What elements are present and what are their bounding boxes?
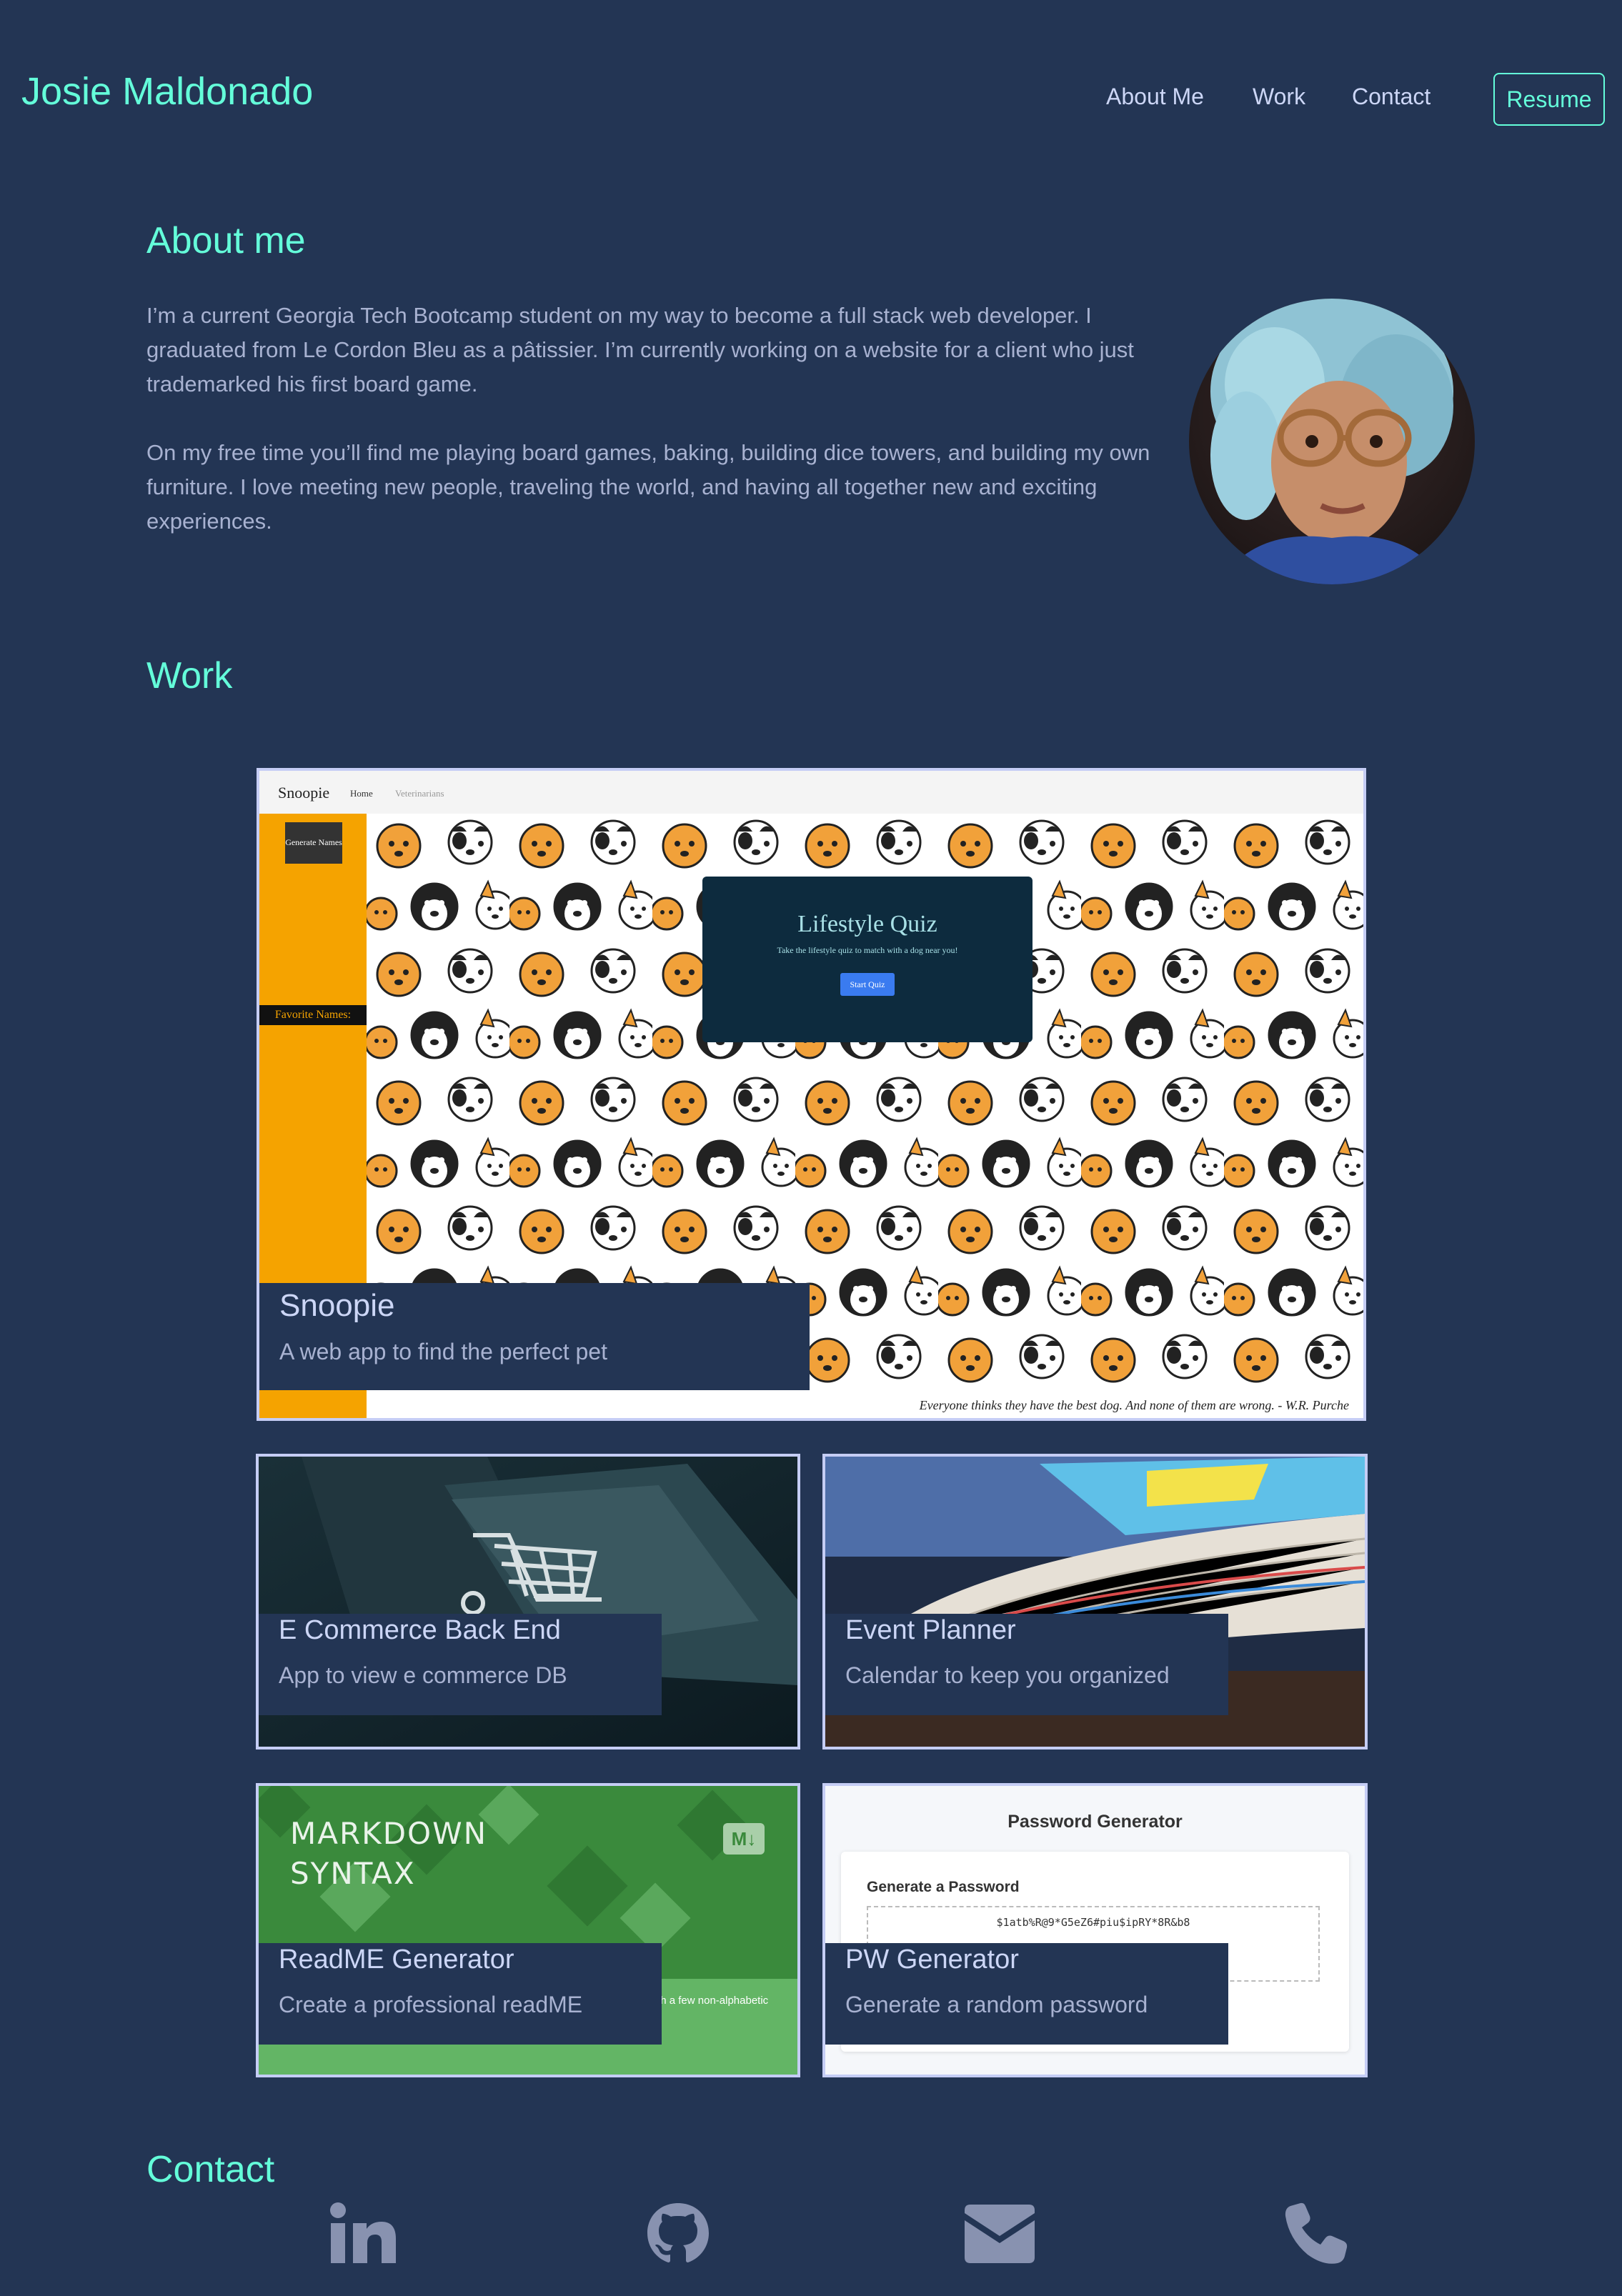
mock-quote: Everyone thinks they have the best dog. …: [919, 1398, 1349, 1412]
project-card-pw-generator[interactable]: Password Generator Generate a Password $…: [822, 1783, 1368, 2077]
envelope-icon[interactable]: [960, 2202, 1039, 2266]
project-card-snoopie[interactable]: Snoopie Home Veterinarians Generate Name…: [257, 768, 1366, 1421]
nav-link-work[interactable]: Work: [1253, 84, 1305, 110]
project-title: PW Generator: [845, 1945, 1019, 1975]
markdown-badge-label: M↓: [731, 1828, 757, 1850]
project-description: Calendar to keep you organized: [845, 1662, 1170, 1688]
mock-navbar: Snoopie Home Veterinarians: [259, 771, 1363, 814]
github-icon[interactable]: [639, 2202, 717, 2266]
project-description: A web app to find the perfect pet: [279, 1339, 607, 1364]
mock-nav-vets: Veterinarians: [395, 788, 444, 799]
project-caption: Event Planner Calendar to keep you organ…: [825, 1614, 1228, 1715]
thumb-password: $1atb%R@9*G5eZ6#piu$ipRY*8R&b8: [996, 1916, 1190, 1929]
linkedin-icon[interactable]: [326, 2202, 404, 2266]
thumb-heading: Password Generator: [1007, 1812, 1183, 1832]
thumb-subheading: Generate a Password: [867, 1879, 1020, 1895]
thumb-heading-2: SYNTAX: [290, 1856, 416, 1891]
project-description: Create a professional readME: [279, 1992, 583, 2017]
project-title: ReadME Generator: [279, 1945, 514, 1975]
about-paragraph-2: On my free time you’ll find me playing b…: [146, 440, 1150, 534]
project-description: Generate a random password: [845, 1992, 1148, 2017]
mock-quiz-sub: Take the lifestyle quiz to match with a …: [777, 945, 958, 955]
thumb-heading-1: MARKDOWN: [290, 1816, 488, 1851]
about-title: About me: [146, 220, 306, 261]
mock-favorites-label: Favorite Names:: [274, 1009, 352, 1021]
resume-button[interactable]: Resume: [1493, 73, 1605, 126]
project-card-ecommerce[interactable]: E Commerce Back End App to view e commer…: [256, 1454, 800, 1750]
mock-footer: Everyone thinks they have the best dog. …: [367, 1394, 1363, 1418]
mock-generate-label: Generate Names: [285, 837, 342, 848]
mock-quiz-button: Start Quiz: [840, 973, 895, 996]
project-title: Event Planner: [845, 1615, 1016, 1645]
project-title: Snoopie: [279, 1288, 395, 1323]
contact-title: Contact: [146, 2149, 275, 2190]
avatar: [1189, 299, 1475, 584]
mock-quiz-title: Lifestyle Quiz: [797, 911, 937, 937]
mock-favorites: Favorite Names:: [259, 1005, 367, 1025]
mock-nav-home: Home: [350, 788, 373, 799]
nav-link-contact[interactable]: Contact: [1352, 84, 1431, 110]
project-caption: E Commerce Back End App to view e commer…: [259, 1614, 662, 1715]
site-brand[interactable]: Josie Maldonado: [21, 69, 313, 115]
about-paragraph-1: I’m a current Georgia Tech Bootcamp stud…: [146, 303, 1134, 396]
mock-generate-button: Generate Names: [285, 822, 342, 864]
project-caption: ReadME Generator Create a professional r…: [259, 1943, 662, 2045]
phone-icon[interactable]: [1279, 2202, 1358, 2266]
project-caption: Snoopie A web app to find the perfect pe…: [259, 1283, 810, 1390]
work-title: Work: [146, 655, 233, 697]
project-card-readme[interactable]: MARKDOWN SYNTAX M↓ ...formatting words a…: [256, 1783, 800, 2077]
resume-label: Resume: [1506, 86, 1592, 112]
nav-link-about[interactable]: About Me: [1106, 84, 1204, 110]
markdown-icon: M↓: [723, 1823, 765, 1855]
project-description: App to view e commerce DB: [279, 1662, 567, 1688]
project-caption: PW Generator Generate a random password: [825, 1943, 1228, 2045]
project-title: E Commerce Back End: [279, 1615, 561, 1645]
mock-brand: Snoopie: [278, 784, 330, 802]
project-card-event-planner[interactable]: Event Planner Calendar to keep you organ…: [822, 1454, 1368, 1750]
mock-quiz-box: Lifestyle Quiz Take the lifestyle quiz t…: [702, 877, 1033, 1042]
